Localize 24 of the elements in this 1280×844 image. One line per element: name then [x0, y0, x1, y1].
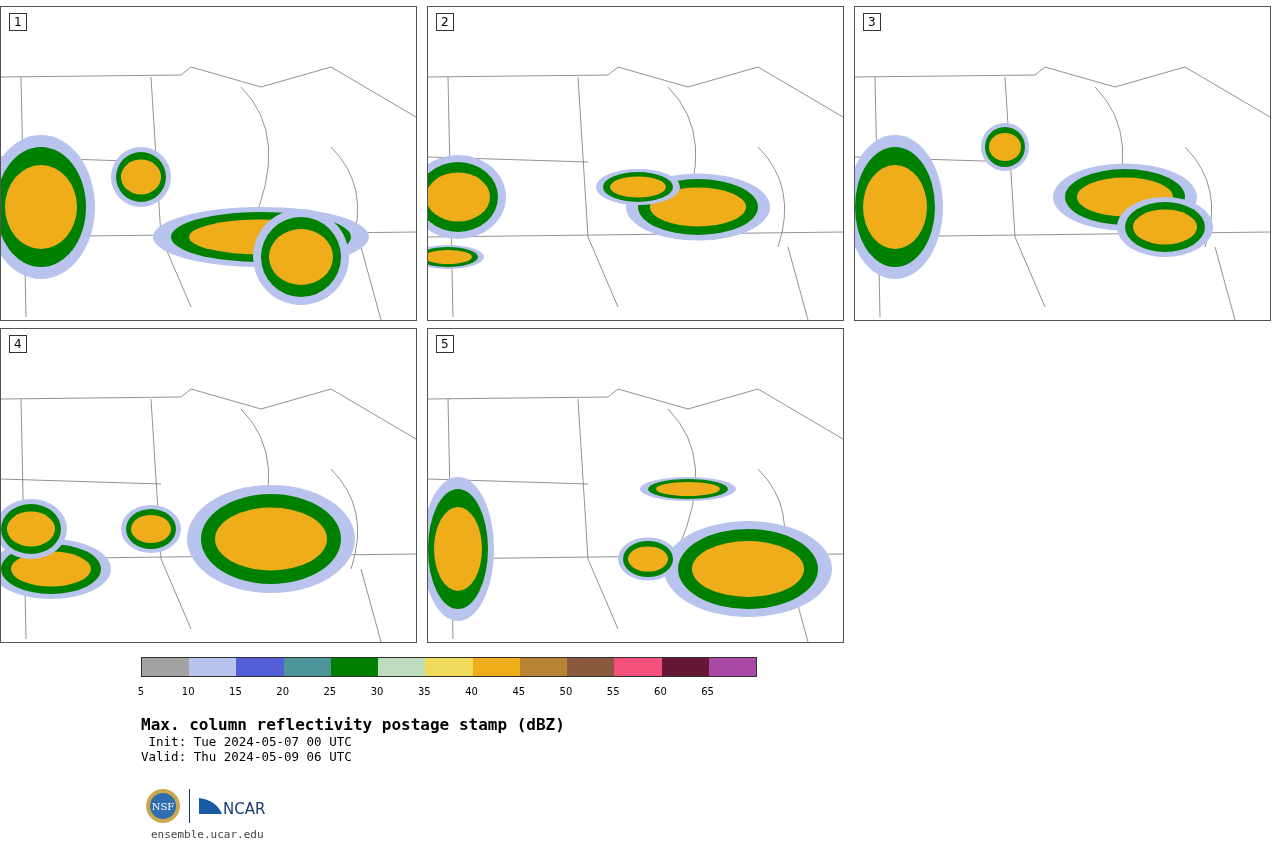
- init-time: Init: Tue 2024-05-07 00 UTC: [147, 734, 352, 749]
- scale-label: 10: [181, 686, 195, 697]
- scale-label: 5: [137, 686, 145, 697]
- scale-label: 60: [654, 686, 667, 697]
- panel-number: 1: [9, 13, 27, 31]
- nsf-logo: NSF: [145, 788, 181, 824]
- valid-time: Valid: Thu 2024-05-09 06 UTC: [141, 749, 352, 764]
- scale-label: 65: [701, 686, 714, 697]
- chart-title: Max. column reflectivity postage stamp (dBZ): [141, 715, 565, 734]
- scale-label: 20: [276, 686, 289, 697]
- scale-label: 15: [229, 686, 242, 697]
- scale-label: 35: [417, 686, 431, 697]
- panel-number: 2: [436, 13, 454, 31]
- scale-label: 40: [465, 686, 478, 697]
- panel-number: 4: [9, 335, 27, 353]
- site-url: ensemble.ucar.edu: [151, 828, 264, 841]
- panel-number: 3: [863, 13, 881, 31]
- panel-number: 5: [436, 335, 454, 353]
- scale-label: 55: [606, 686, 620, 697]
- scale-label: 45: [512, 686, 526, 697]
- scale-label: 30: [370, 686, 384, 697]
- ncar-logo: NCAR: [198, 794, 272, 818]
- scale-label: 50: [559, 686, 573, 697]
- scale-label: 25: [323, 686, 337, 697]
